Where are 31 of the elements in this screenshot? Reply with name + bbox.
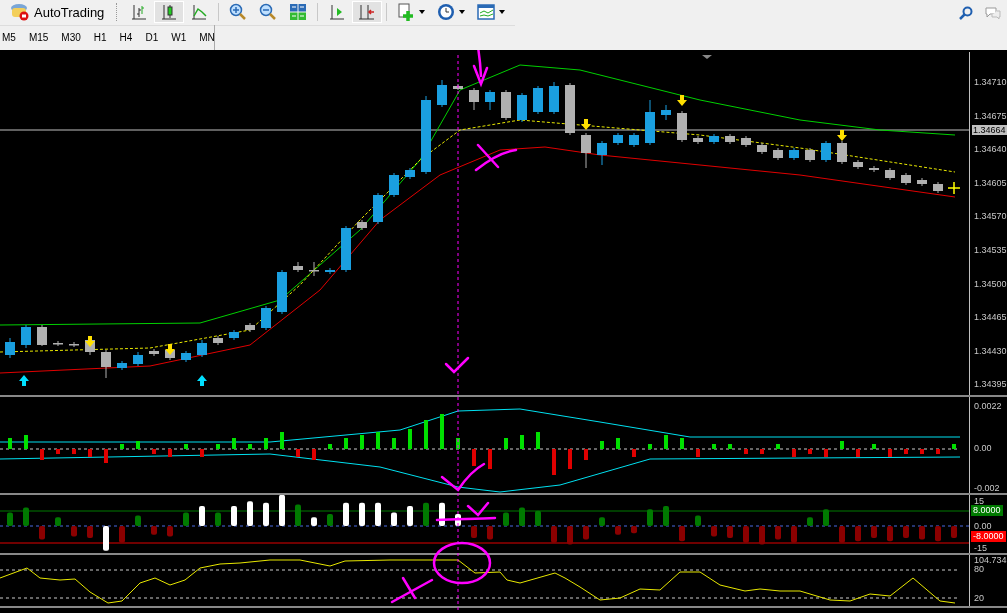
timeframe-button[interactable]: MN bbox=[194, 28, 220, 47]
axis-tick-label: 20 bbox=[974, 593, 984, 603]
price-tick-label: 1.34640 bbox=[974, 144, 1007, 155]
timeframe-button[interactable]: H4 bbox=[114, 28, 138, 47]
timeframe-button[interactable]: M30 bbox=[56, 28, 86, 47]
axis-tick-label: 0.00 bbox=[974, 443, 992, 453]
timeframe-button[interactable]: M15 bbox=[23, 28, 54, 47]
timeframe-button[interactable]: D1 bbox=[140, 28, 164, 47]
timeframe-button[interactable]: H1 bbox=[88, 28, 112, 47]
axis-tick-label: 80 bbox=[974, 564, 984, 574]
level-label: -8.0000 bbox=[971, 531, 1006, 542]
axis-tick-label: 104.734 bbox=[974, 555, 1007, 565]
current-price-label: 1.34664 bbox=[972, 125, 1007, 135]
level-label: 8.0000 bbox=[971, 505, 1003, 516]
price-tick-label: 1.34430 bbox=[974, 345, 1007, 356]
axis-tick-label: -0.002 bbox=[974, 483, 1000, 493]
axis-tick-label: 0.0022 bbox=[974, 401, 1002, 411]
price-tick-label: 1.34675 bbox=[974, 110, 1007, 121]
autotrading-button[interactable]: AutoTrading bbox=[0, 0, 111, 24]
price-tick-label: 1.34395 bbox=[974, 379, 1007, 390]
timeframe-button[interactable]: W1 bbox=[166, 28, 192, 47]
price-tick-label: 1.34465 bbox=[974, 312, 1007, 323]
axis-tick-label: -15 bbox=[974, 543, 987, 553]
price-tick-label: 1.34710 bbox=[974, 77, 1007, 87]
timeframe-button[interactable]: M5 bbox=[0, 28, 21, 47]
axis-tick-label: 0.00 bbox=[974, 521, 992, 531]
price-tick-label: 1.34570 bbox=[974, 211, 1007, 222]
price-tick-label: 1.34500 bbox=[974, 278, 1007, 289]
price-tick-label: 1.34535 bbox=[974, 245, 1007, 255]
price-tick-label: 1.34605 bbox=[974, 177, 1007, 188]
axis-tick-label: 15 bbox=[974, 496, 984, 506]
